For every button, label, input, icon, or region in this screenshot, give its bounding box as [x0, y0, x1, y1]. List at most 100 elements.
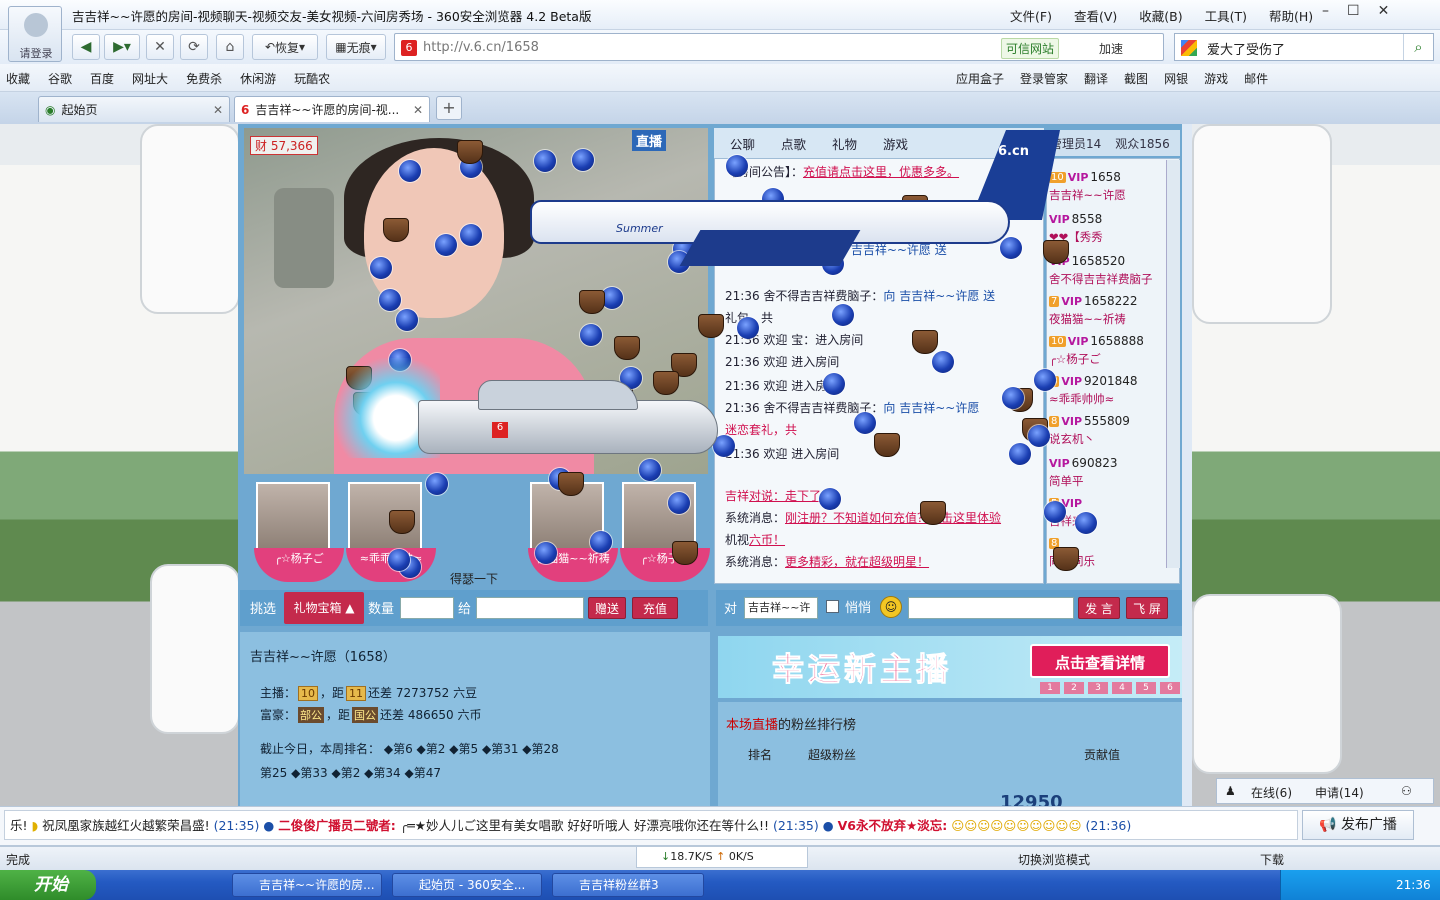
- close-icon[interactable]: ✕: [213, 103, 223, 117]
- fan-rank-title-red[interactable]: 本场直播: [726, 718, 778, 733]
- gift-box-button[interactable]: 礼物宝箱 ▲: [284, 592, 364, 624]
- maximize-icon[interactable]: ☐: [1347, 3, 1360, 19]
- back-button[interactable]: ◀: [72, 34, 100, 60]
- search-input[interactable]: 爱大了受伤了: [1207, 39, 1285, 58]
- blue-rose-gift-icon: [736, 317, 759, 340]
- search-icon[interactable]: ⌕: [1403, 34, 1433, 60]
- msg-text[interactable]: 六币！: [749, 533, 785, 547]
- promo-banner[interactable]: 幸运新主播 点击查看详情 1 2 3 4 5 6: [718, 636, 1182, 698]
- bookmark-google[interactable]: 谷歌: [48, 70, 72, 87]
- speedup-button[interactable]: 加速: [1099, 40, 1123, 57]
- apply-tab[interactable]: 申请(14): [1315, 784, 1364, 801]
- publish-broadcast-button[interactable]: 📢 发布广播: [1302, 810, 1414, 840]
- address-bar[interactable]: 6 http://v.6.cn/1658 可信网站 加速: [394, 33, 1164, 61]
- ticker-sender[interactable]: 二俊俊广播员二號者:: [278, 818, 396, 833]
- search-box[interactable]: 爱大了受伤了 ⌕: [1174, 33, 1434, 61]
- say-button[interactable]: 发 言: [1078, 597, 1120, 619]
- banner-details-button[interactable]: 点击查看详情: [1030, 644, 1170, 678]
- user-list-scrollbar[interactable]: [1166, 160, 1180, 568]
- user-row[interactable]: 10 VIP 1658 吉吉祥~~许愿: [1049, 167, 1165, 211]
- send-gift-button[interactable]: 赠送: [588, 597, 626, 619]
- tab-song-request[interactable]: 点歌: [781, 134, 806, 153]
- fan-avatar[interactable]: [256, 482, 330, 556]
- login-manager-button[interactable]: 登录管家: [1020, 70, 1068, 87]
- menu-favorites[interactable]: 收藏(B): [1139, 6, 1182, 25]
- bookmark-farm[interactable]: 玩酷农: [294, 70, 330, 87]
- recipient-input[interactable]: [476, 597, 584, 619]
- menu-file[interactable]: 文件(F): [1010, 6, 1052, 25]
- minimize-icon[interactable]: –: [1322, 3, 1329, 19]
- bookmark-favorites[interactable]: 收藏: [6, 70, 30, 87]
- login-avatar[interactable]: 请登录: [8, 6, 62, 62]
- quantity-input[interactable]: [400, 597, 454, 619]
- moneybag-gift-icon: [382, 218, 409, 243]
- screenshot-button[interactable]: 截图: [1124, 70, 1148, 87]
- banner-page[interactable]: 5: [1136, 682, 1156, 694]
- start-button[interactable]: 开始: [0, 870, 96, 900]
- banner-page[interactable]: 3: [1088, 682, 1108, 694]
- msg-text[interactable]: 刚注册？不知道如何充值？点击这里体验: [785, 511, 1001, 525]
- menu-tools[interactable]: 工具(T): [1205, 6, 1247, 25]
- bookmark-antivirus[interactable]: 免费杀: [186, 70, 222, 87]
- search-engine-icon[interactable]: [1181, 40, 1197, 56]
- chat-target-select[interactable]: 吉吉祥~~许: [744, 597, 818, 619]
- forward-button[interactable]: ▶▾: [104, 34, 140, 60]
- bookmark-site-nav[interactable]: 网址大: [132, 70, 168, 87]
- menu-view[interactable]: 查看(V): [1074, 6, 1117, 25]
- bank-button[interactable]: 网银: [1164, 70, 1188, 87]
- restore-button[interactable]: ↶ 恢复 ▾: [252, 34, 318, 60]
- app-box-button[interactable]: 应用盒子: [956, 70, 1004, 87]
- taskbar-item[interactable]: 起始页 - 360安全...: [392, 873, 542, 897]
- user-row[interactable]: 8 VIP 555809 说玄机丶: [1049, 411, 1165, 455]
- user-add-icon[interactable]: ⚇: [1401, 784, 1412, 798]
- refresh-button[interactable]: ⟳: [180, 34, 208, 60]
- home-button[interactable]: ⌂: [216, 34, 244, 60]
- user-row[interactable]: 7 VIP 1658222 夜猫猫~~祈祷: [1049, 291, 1165, 335]
- tab-start-page[interactable]: ◉ 起始页 ✕: [38, 96, 230, 122]
- chat-input[interactable]: [908, 597, 1074, 619]
- incognito-button[interactable]: ▦ 无痕 ▾: [326, 34, 386, 60]
- msg-text[interactable]: 对说：走下了: [749, 489, 821, 503]
- fly-screen-button[interactable]: 飞 屏: [1126, 597, 1168, 619]
- tab-public-chat[interactable]: 公聊: [730, 134, 755, 153]
- ticker-sender[interactable]: V6永不放弃★淡忘:: [838, 818, 948, 833]
- banner-page[interactable]: 6: [1160, 682, 1180, 694]
- tab-room[interactable]: 6 吉吉祥~~许愿的房间-视... ✕: [234, 96, 430, 122]
- taskbar-item[interactable]: 吉吉祥粉丝群3: [552, 873, 704, 897]
- download-button[interactable]: 下载: [1260, 851, 1284, 868]
- online-tab[interactable]: 在线(6): [1251, 784, 1292, 801]
- user-list[interactable]: 10VIP1658吉吉祥~~许愿 VIP8558❤❤【秀秀 VIP1658520…: [1046, 158, 1180, 584]
- trusted-site-badge[interactable]: 可信网站: [1001, 38, 1060, 59]
- banner-page[interactable]: 1: [1040, 682, 1060, 694]
- tab-audience[interactable]: 观众1856: [1115, 135, 1170, 152]
- stop-button[interactable]: ✕: [146, 34, 174, 60]
- user-name: 说玄机丶: [1049, 432, 1095, 446]
- msg-text[interactable]: 更多精彩，就在超级明星！: [785, 555, 929, 569]
- chevron-down-icon: ▾: [370, 40, 377, 54]
- close-icon[interactable]: ✕: [413, 103, 423, 117]
- bookmark-baidu[interactable]: 百度: [90, 70, 114, 87]
- network-speed[interactable]: ↓18.7K/S ↑ 0K/S: [636, 846, 808, 868]
- user-row[interactable]: 10 VIP 1658888 ╭☆杨子ご: [1049, 331, 1165, 375]
- level-badge: 8: [1049, 415, 1060, 427]
- browse-mode-toggle[interactable]: 切换浏览模式: [1018, 851, 1090, 868]
- private-checkbox[interactable]: [826, 600, 839, 613]
- bookmark-casual-games[interactable]: 休闲游: [240, 70, 276, 87]
- charge-button[interactable]: 充值: [632, 597, 678, 619]
- banner-page[interactable]: 2: [1064, 682, 1084, 694]
- emoji-icon[interactable]: ☺: [880, 596, 902, 618]
- tab-games[interactable]: 游戏: [883, 134, 908, 153]
- user-row[interactable]: VIP 690823 简单平: [1049, 453, 1165, 497]
- url-text[interactable]: http://v.6.cn/1658: [423, 40, 539, 55]
- user-row[interactable]: 5VIP吉祥来了: [1049, 493, 1165, 537]
- banner-page[interactable]: 4: [1112, 682, 1132, 694]
- menu-help[interactable]: 帮助(H): [1269, 6, 1313, 25]
- close-icon[interactable]: ✕: [1378, 3, 1390, 19]
- user-row[interactable]: 8VIP9201848≈乖乖帅帅≈: [1049, 371, 1165, 415]
- translate-button[interactable]: 翻译: [1084, 70, 1108, 87]
- new-tab-button[interactable]: +: [436, 96, 462, 120]
- mail-button[interactable]: 邮件: [1244, 70, 1268, 87]
- taskbar-item[interactable]: 吉吉祥~~许愿的房...: [232, 873, 382, 897]
- games-button[interactable]: 游戏: [1204, 70, 1228, 87]
- tab-gifts[interactable]: 礼物: [832, 134, 857, 153]
